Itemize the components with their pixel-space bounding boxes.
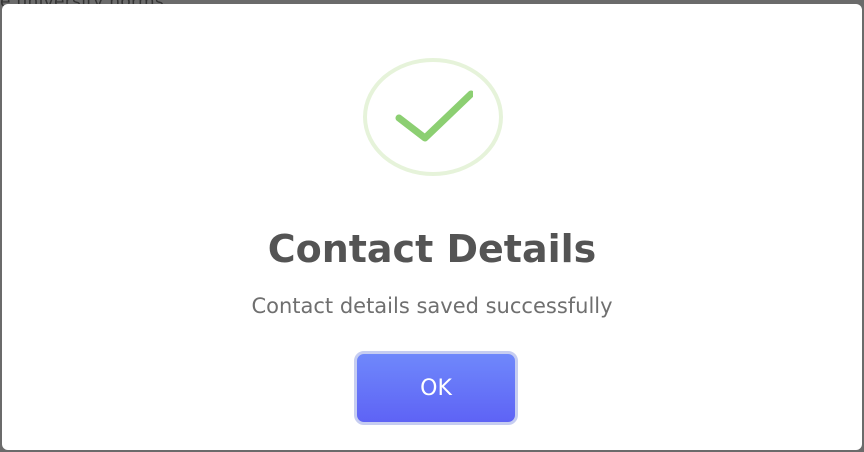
success-icon-ring [363, 58, 503, 176]
success-dialog: Contact Details Contact details saved su… [2, 4, 862, 450]
dialog-message: Contact details saved successfully [251, 294, 613, 318]
checkmark-icon [395, 90, 473, 142]
ok-button[interactable]: OK [354, 351, 518, 425]
dialog-title: Contact Details [267, 227, 597, 271]
